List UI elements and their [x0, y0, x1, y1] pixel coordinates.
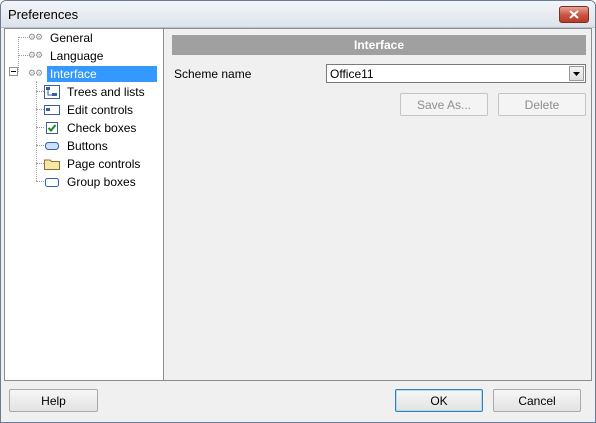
settings-pane: Interface Scheme name Office11 Save As..…: [165, 29, 591, 380]
gears-icon: ⚙⚙: [27, 69, 43, 79]
tree-connector: [36, 81, 37, 181]
tree-item-language[interactable]: ⚙⚙ Language: [26, 47, 106, 65]
save-as-button[interactable]: Save As...: [400, 93, 488, 116]
groupbox-icon: [43, 174, 61, 190]
tree-item-label: Interface: [47, 66, 157, 82]
close-button[interactable]: [559, 6, 589, 23]
tree-item-check-boxes[interactable]: Check boxes: [43, 119, 139, 137]
tree-item-label: Page controls: [67, 157, 141, 171]
tree-item-label: Language: [50, 49, 104, 63]
tree-item-group-boxes[interactable]: Group boxes: [43, 173, 139, 191]
tree-item-label: Group boxes: [67, 175, 136, 189]
preferences-tree[interactable]: ⚙⚙ General ⚙⚙ Language ⚙⚙ Interface Tree…: [5, 29, 164, 380]
tree-item-edit-controls[interactable]: Edit controls: [43, 101, 136, 119]
scheme-name-select[interactable]: Office11: [326, 64, 586, 83]
tree-item-label: Trees and lists: [67, 85, 145, 99]
scheme-name-value: Office11: [330, 67, 374, 81]
window-title: Preferences: [8, 7, 79, 22]
tree-item-label: General: [50, 31, 93, 45]
gears-icon: ⚙⚙: [27, 33, 43, 43]
close-icon: [569, 10, 579, 19]
dialog-body: ⚙⚙ General ⚙⚙ Language ⚙⚙ Interface Tree…: [4, 28, 592, 381]
chevron-down-icon: [573, 71, 580, 76]
gears-icon: ⚙⚙: [27, 51, 43, 61]
tree-item-general[interactable]: ⚙⚙ General: [26, 29, 96, 47]
tree-item-label: Check boxes: [67, 121, 137, 135]
section-header: Interface: [172, 35, 586, 55]
tree-item-buttons[interactable]: Buttons: [43, 137, 111, 155]
tree-item-page-controls[interactable]: Page controls: [43, 155, 143, 173]
tree-item-trees-and-lists[interactable]: Trees and lists: [43, 83, 148, 101]
cancel-button[interactable]: Cancel: [493, 389, 581, 412]
preferences-window: Preferences ⚙⚙ General ⚙⚙ Language ⚙⚙ In…: [0, 0, 596, 423]
button-icon: [43, 138, 61, 154]
delete-button[interactable]: Delete: [498, 93, 586, 116]
tree-item-label: Buttons: [67, 139, 108, 153]
collapse-toggle[interactable]: [9, 67, 18, 76]
checkbox-icon: [43, 120, 61, 136]
tree-icon: [43, 84, 61, 100]
tree-item-label: Edit controls: [67, 103, 134, 117]
ok-button[interactable]: OK: [395, 389, 483, 412]
title-bar[interactable]: Preferences: [1, 1, 595, 28]
help-button[interactable]: Help: [9, 389, 98, 412]
scheme-name-label: Scheme name: [174, 67, 252, 81]
folder-icon: [43, 156, 61, 172]
dropdown-button[interactable]: [569, 66, 584, 81]
edit-icon: [43, 102, 61, 118]
tree-item-interface[interactable]: ⚙⚙ Interface: [26, 65, 157, 83]
dialog-footer: Help OK Cancel: [1, 381, 595, 422]
